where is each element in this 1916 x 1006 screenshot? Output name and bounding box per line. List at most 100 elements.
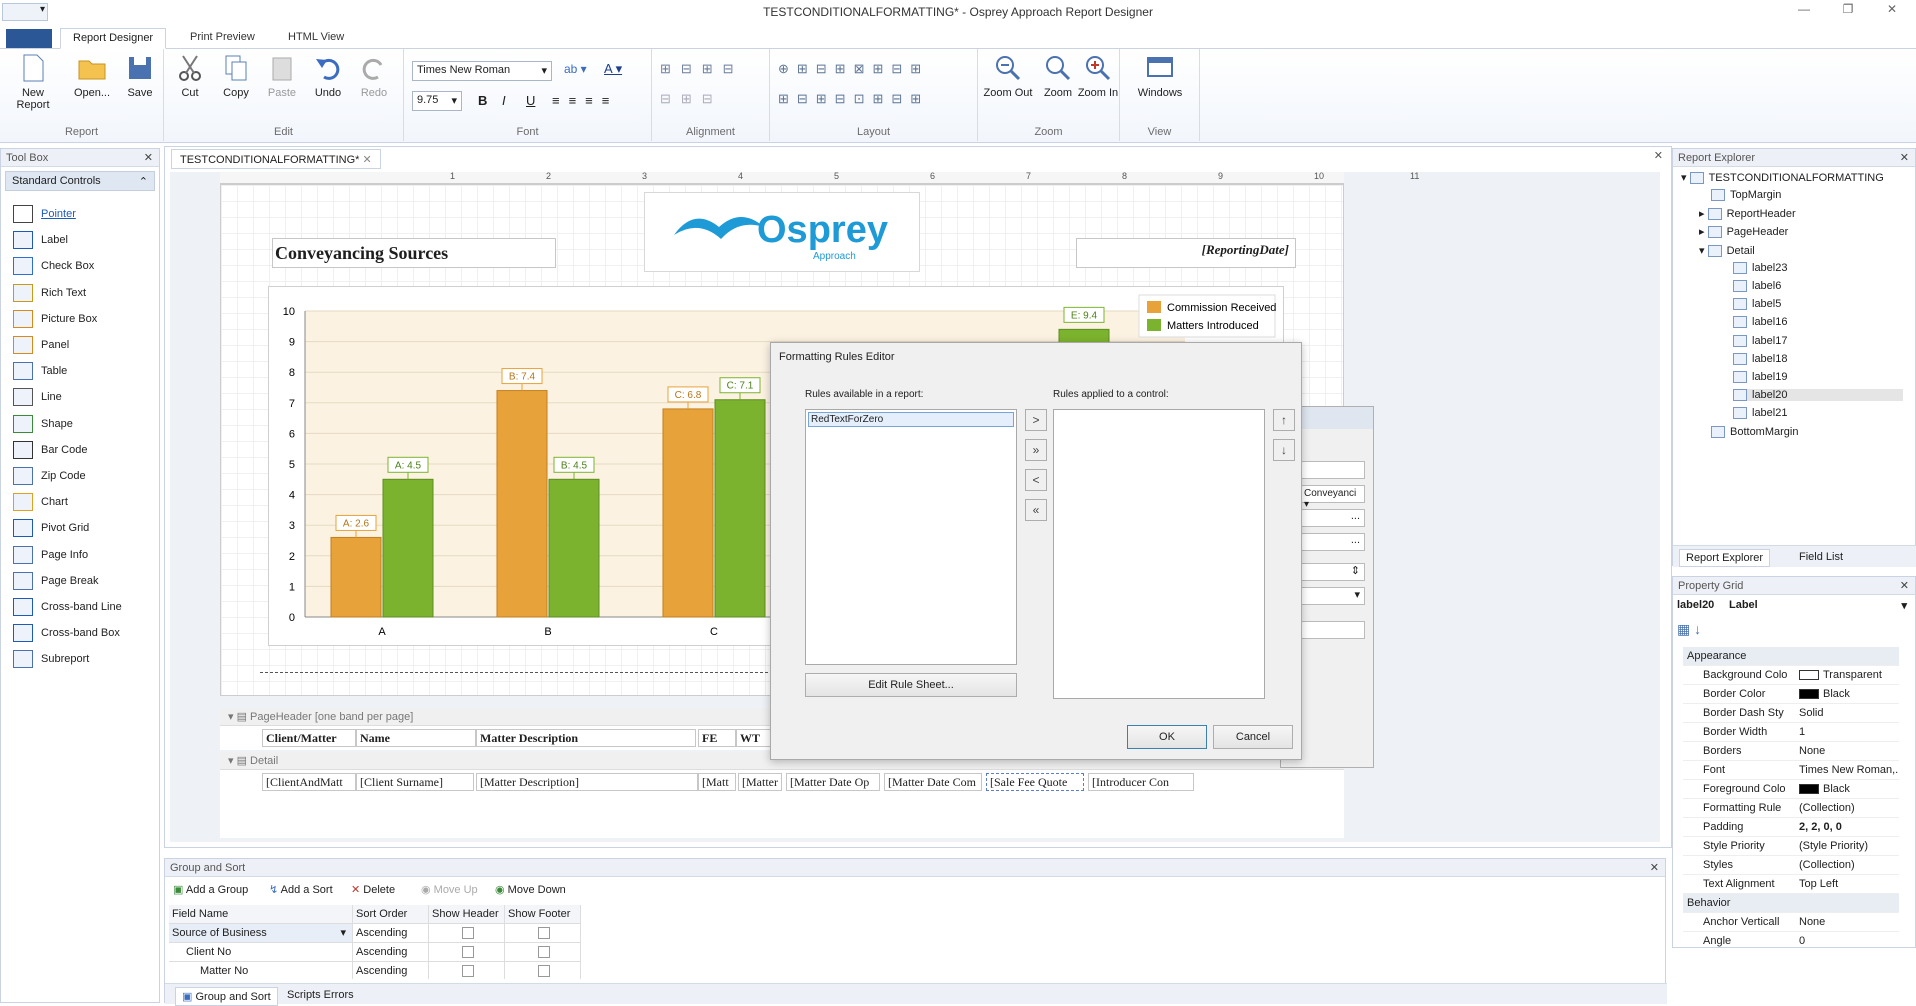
tree-item-label16[interactable]: label16 (1733, 316, 1787, 329)
header-cell[interactable]: Client/Matter (262, 729, 356, 747)
checkbox-cell[interactable] (429, 943, 505, 962)
toolbox-item-rich-text[interactable]: Rich Text (13, 280, 86, 306)
tree-item-label17[interactable]: label17 (1733, 335, 1787, 347)
property-row[interactable]: Formatting Rule (Collection) (1683, 799, 1899, 818)
detail-field[interactable]: [Matter Description] (476, 773, 698, 791)
toolbox-item-subreport[interactable]: Subreport (13, 646, 89, 672)
field-name-cell[interactable]: Client No (169, 943, 353, 962)
add-all-rules-button[interactable]: » (1025, 439, 1047, 461)
document-tab[interactable]: TESTCONDITIONALFORMATTING* ✕ (171, 149, 381, 169)
tree-item-bottommargin[interactable]: BottomMargin (1711, 426, 1798, 438)
property-row[interactable]: Background Colo Transparent (1683, 666, 1899, 685)
field-name-cell[interactable]: Matter No (169, 962, 353, 979)
property-row[interactable]: Border Dash Sty Solid (1683, 704, 1899, 723)
background-ellipsis-1[interactable]: ... (1301, 509, 1365, 527)
property-category[interactable]: Behavior (1683, 894, 1899, 913)
tree-item-label5[interactable]: label5 (1733, 298, 1781, 311)
checkbox[interactable] (462, 927, 474, 940)
tab-field-list[interactable]: Field List (1799, 551, 1843, 563)
checkbox[interactable] (538, 927, 550, 940)
tree-item-label6[interactable]: label6 (1733, 280, 1781, 293)
remove-all-rules-button[interactable]: « (1025, 499, 1047, 521)
field-name-cell[interactable]: Source of Business ▾ (169, 924, 353, 943)
header-cell[interactable]: FE (698, 729, 736, 747)
toolbox-item-cross-band-box[interactable]: Cross-band Box (13, 620, 120, 646)
close-icon[interactable]: ✕ (1650, 859, 1659, 877)
detail-field[interactable]: [Matter Date Com (884, 773, 982, 791)
layout-icons-row1[interactable]: ⊕⊞⊟⊞⊠⊞⊟⊞ (778, 61, 929, 77)
property-row[interactable]: Angle 0 (1683, 932, 1899, 947)
header-cell[interactable]: Name (356, 729, 476, 747)
background-spin[interactable]: ⇕ (1301, 563, 1365, 581)
property-row[interactable]: Borders None (1683, 742, 1899, 761)
tree-item-label19[interactable]: label19 (1733, 371, 1787, 384)
detail-field[interactable]: [Matter Date Op (786, 773, 880, 791)
property-row[interactable]: Anchor Verticall None (1683, 913, 1899, 932)
detail-field[interactable]: [Sale Fee Quote (986, 773, 1084, 791)
sort-order-cell[interactable]: Ascending (353, 924, 429, 943)
checkbox-cell[interactable] (505, 943, 581, 962)
reporting-date-field[interactable]: [ReportingDate] (1076, 238, 1296, 268)
background-textbox[interactable] (1301, 461, 1365, 479)
tab-scripts-errors[interactable]: Scripts Errors (287, 989, 354, 1001)
checkbox[interactable] (538, 965, 550, 978)
font-family-select[interactable]: Times New Roman ▾ (412, 61, 552, 81)
property-row[interactable]: Padding 2, 2, 0, 0 (1683, 818, 1899, 837)
new-report-button[interactable]: New Report (4, 53, 62, 111)
property-row[interactable]: Style Priority (Style Priority) (1683, 837, 1899, 856)
windows-button[interactable]: Windows (1134, 53, 1186, 99)
toolbox-item-line[interactable]: Line (13, 384, 62, 410)
restore-icon[interactable]: ❐ (1834, 2, 1862, 20)
checkbox-cell[interactable] (505, 962, 581, 979)
paste-button[interactable]: Paste (260, 53, 304, 99)
tab-group-and-sort[interactable]: ▣ Group and Sort (175, 987, 278, 1006)
checkbox[interactable] (462, 965, 474, 978)
property-row[interactable]: Styles (Collection) (1683, 856, 1899, 875)
close-icon[interactable]: ✕ (1900, 577, 1909, 595)
sort-order-cell[interactable]: Ascending (353, 962, 429, 979)
applied-rules-list[interactable] (1053, 409, 1265, 699)
property-row[interactable]: Border Color Black (1683, 685, 1899, 704)
toolbox-item-picture-box[interactable]: Picture Box (13, 306, 97, 332)
tree-item-pageheader[interactable]: ▸ PageHeader (1699, 225, 1788, 239)
move-rule-up-button[interactable]: ↑ (1273, 409, 1295, 431)
ok-button[interactable]: OK (1127, 725, 1207, 749)
toolbox-item-cross-band-line[interactable]: Cross-band Line (13, 594, 122, 620)
dropdown-icon[interactable]: ▾ (340, 924, 346, 942)
close-doc-icon[interactable]: ✕ (1654, 149, 1663, 162)
toolbox-item-chart[interactable]: Chart (13, 489, 68, 515)
tab-report-explorer[interactable]: Report Explorer (1679, 549, 1771, 567)
detail-field[interactable]: [Matt (698, 773, 736, 791)
open-button[interactable]: Open... (70, 53, 114, 99)
layout-icons-row2[interactable]: ⊞⊟⊞⊟⊡⊞⊟⊞ (778, 91, 929, 107)
italic-icon[interactable]: I (502, 93, 506, 108)
close-icon[interactable]: ✕ (1900, 149, 1909, 167)
align-icons[interactable]: ⊞⊟⊞⊟ (660, 61, 744, 77)
font-color-icon[interactable]: A ▾ (604, 61, 622, 77)
column-header[interactable]: Field Name (169, 905, 353, 924)
minimize-icon[interactable]: — (1790, 2, 1818, 20)
toolbox-item-page-break[interactable]: Page Break (13, 568, 98, 594)
tab-html-view[interactable]: HTML View (276, 28, 356, 49)
column-header[interactable]: Show Header (429, 905, 505, 924)
toolbox-item-check-box[interactable]: Check Box (13, 253, 94, 279)
move-up-button[interactable]: ◉ Move Up (421, 883, 478, 896)
object-selector[interactable]: Label label20 ▾ (1677, 599, 1911, 617)
sort-order-cell[interactable]: Ascending (353, 943, 429, 962)
add-group-button[interactable]: ▣ Add a Group (173, 883, 248, 896)
edit-rule-sheet-button[interactable]: Edit Rule Sheet... (805, 673, 1017, 697)
checkbox[interactable] (462, 946, 474, 959)
background-combo[interactable]: Conveyanci ▾ (1301, 485, 1365, 510)
column-header[interactable]: Sort Order (353, 905, 429, 924)
tree-item-label20[interactable]: label20 (1733, 389, 1903, 402)
zoom-button[interactable]: Zoom (1036, 53, 1080, 99)
tree-item-label18[interactable]: label18 (1733, 353, 1787, 365)
categorized-icon[interactable]: ▦ ↓ (1677, 621, 1701, 638)
toolbox-item-zip-code[interactable]: Zip Code (13, 463, 86, 489)
close-icon[interactable]: ✕ (144, 149, 153, 167)
logo-picture-box[interactable]: Osprey Approach (644, 192, 920, 272)
zoom-out-button[interactable]: Zoom Out (982, 53, 1034, 99)
property-row[interactable]: Foreground Colo Black (1683, 780, 1899, 799)
zoom-in-button[interactable]: Zoom In (1076, 53, 1120, 99)
add-sort-button[interactable]: ↯ Add a Sort (269, 883, 333, 896)
